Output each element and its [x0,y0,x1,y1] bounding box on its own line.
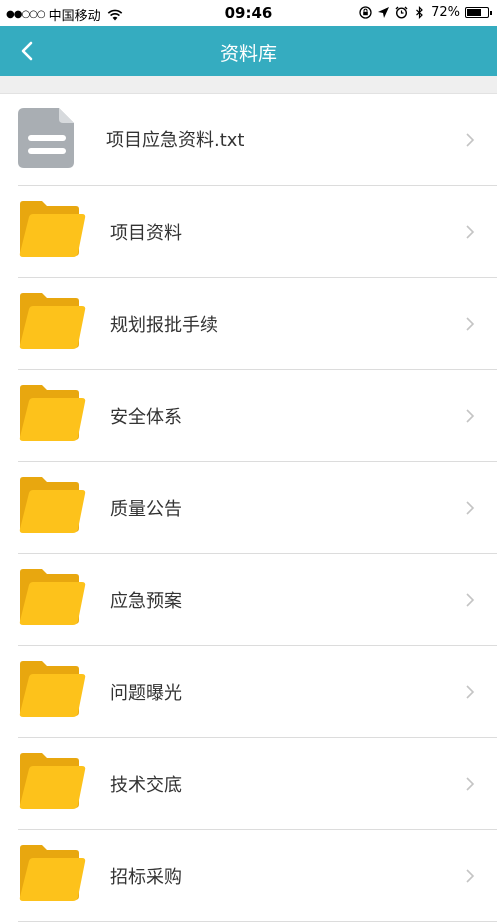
item-label: 招标采购 [110,867,182,888]
chevron-right-icon [465,868,475,884]
folder-icon [18,752,88,812]
battery-percent: 72% [431,5,460,20]
status-right: 72% [359,5,492,20]
item-label: 规划报批手续 [110,315,218,336]
list-item[interactable]: 应急预案 [0,554,497,646]
folder-icon [18,568,88,628]
status-bar: ●●○○○ 中国移动 09:46 72% [0,0,497,26]
alarm-icon [395,6,408,19]
folder-icon [18,476,88,536]
file-list: 项目应急资料.txt 项目资料 规划报批手续 安全体系 质量公告 应急预案 问题… [0,94,497,922]
chevron-right-icon [465,776,475,792]
item-label: 质量公告 [110,499,182,520]
folder-icon [18,844,88,904]
list-item[interactable]: 安全体系 [0,370,497,462]
location-arrow-icon [378,7,390,18]
document-icon [18,108,88,168]
battery-icon [465,7,492,18]
chevron-right-icon [465,684,475,700]
item-label: 安全体系 [110,407,182,428]
item-label: 项目应急资料.txt [106,130,245,151]
item-label: 项目资料 [110,223,182,244]
item-label: 应急预案 [110,591,182,612]
item-label: 问题曝光 [110,683,182,704]
list-item[interactable]: 问题曝光 [0,646,497,738]
chevron-right-icon [465,316,475,332]
chevron-right-icon [465,224,475,240]
page-title: 资料库 [219,43,277,65]
navigation-bar: 资料库 [0,26,497,76]
battery-fill [467,9,482,16]
chevron-right-icon [465,132,475,148]
bluetooth-icon [416,6,423,19]
list-item[interactable]: 招标采购 [0,830,497,922]
folder-icon [18,660,88,720]
rotation-lock-icon [359,6,372,19]
list-item[interactable]: 规划报批手续 [0,278,497,370]
chevron-right-icon [465,500,475,516]
list-item[interactable]: 项目资料 [0,186,497,278]
header-divider [0,76,497,94]
list-item[interactable]: 质量公告 [0,462,497,554]
folder-icon [18,292,88,352]
folder-icon [18,200,88,260]
chevron-right-icon [465,592,475,608]
list-item[interactable]: 项目应急资料.txt [0,94,497,186]
list-item[interactable]: 技术交底 [0,738,497,830]
item-label: 技术交底 [110,775,182,796]
folder-icon [18,384,88,444]
chevron-right-icon [465,408,475,424]
